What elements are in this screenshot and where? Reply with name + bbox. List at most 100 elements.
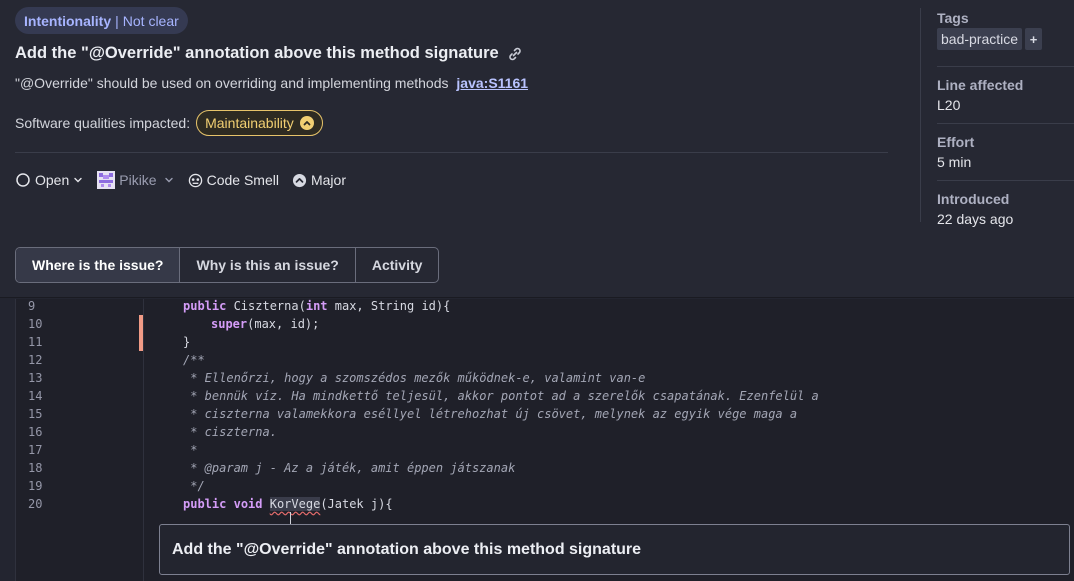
tooltip-connector [290,512,291,524]
issue-side-panel: Tags bad-practice + Line affected L20 Ef… [937,10,1074,238]
chip-separator: | [115,12,119,29]
code-line: 20 public void KorVege(Jatek j){ [16,495,1074,513]
issue-type-label: Code Smell [206,172,279,188]
code-text: public void KorVege(Jatek j){ [183,495,393,513]
issue-title: Add the "@Override" annotation above thi… [15,44,523,63]
issue-highlight[interactable]: KorVege [269,497,321,511]
line-number: 18 [28,461,43,475]
tag-chip[interactable]: bad-practice [937,28,1023,50]
code-keyword: int [305,299,328,313]
clean-code-attribute-chip: Intentionality | Not clear [15,7,188,34]
line-number: 16 [28,425,43,439]
software-qualities: Software qualities impacted: Maintainabi… [15,110,323,136]
code-comment: * ciszterna. [183,425,277,439]
code-token: (max, id); [247,317,320,331]
issue-tooltip: Add the "@Override" annotation above thi… [159,524,1070,575]
line-number: 19 [28,479,43,493]
issue-header: Intentionality | Not clear Add the "@Ove… [0,0,1074,298]
status-label: Open [35,172,70,188]
effort-value: 5 min [937,154,972,170]
code-line: 9 public Ciszterna(int max, String id){ [16,297,1074,315]
code-comment: * [183,443,198,457]
line-affected-block: Line affected L20 [937,67,1074,124]
introduced-block: Introduced 22 days ago [937,181,1074,238]
code-keyword: public [183,299,227,313]
code-keyword: void [233,497,263,511]
status-circle-icon [15,172,31,188]
qualities-label: Software qualities impacted: [15,115,191,131]
code-line: 12 /** [16,351,1074,369]
link-icon[interactable] [507,46,523,62]
code-comment: */ [183,479,205,493]
line-number: 17 [28,443,43,457]
chevron-down-icon [72,174,84,186]
issue-type: Code Smell [188,172,279,188]
maintainability-label: Maintainability [205,115,294,131]
severity-major-icon [292,173,307,188]
line-number: 20 [28,497,43,511]
code-comment: * ciszterna valamekkora eséllyel létreho… [183,407,798,421]
status-dropdown[interactable]: Open [15,172,84,188]
line-number: 12 [28,353,43,367]
code-line: 19 */ [16,477,1074,495]
header-divider [15,152,888,153]
code-comment: * @param j - Az a játék, amit éppen játs… [183,461,516,475]
introduced-label: Introduced [937,191,1010,207]
code-smell-icon [188,173,203,188]
issue-severity: Major [292,172,346,188]
line-affected-value: L20 [937,97,961,113]
assignee-dropdown[interactable]: Pikike [97,171,174,189]
description-text: "@Override" should be used on overriding… [15,75,449,91]
code-line: 16 * ciszterna. [16,423,1074,441]
maintainability-chip[interactable]: Maintainability [196,110,323,136]
tab-why-is-this-an-issue[interactable]: Why is this an issue? [180,248,356,282]
line-number: 11 [28,335,43,349]
chevron-down-icon [163,174,175,186]
issue-meta-row: Open Pikike Code Smell Major [15,170,359,190]
code-keyword: super [211,317,248,331]
effort-label: Effort [937,134,975,150]
line-number: 10 [28,317,43,331]
code-comment: * bennük víz. Ha mindkettő teljesül, akk… [183,389,819,403]
code-line: 17 * [16,441,1074,459]
clean-code-attribute: Intentionality [24,12,112,29]
code-line: 18 * @param j - Az a játék, amit éppen j… [16,459,1074,477]
code-line: 14 * bennük víz. Ha mindkettő teljesül, … [16,387,1074,405]
line-number: 9 [28,299,36,313]
code-line: 15 * ciszterna valamekkora eséllyel létr… [16,405,1074,423]
clean-code-category: Not clear [122,12,179,29]
code-comment: /** [183,353,205,367]
line-number: 15 [28,407,43,421]
code-line: 13 * Ellenőrzi, hogy a szomszédos mezők … [16,369,1074,387]
rule-link[interactable]: java:S1161 [456,75,528,91]
line-number: 14 [28,389,43,403]
code-text: } [183,335,191,349]
code-line: 11 } [16,333,1074,351]
effort-block: Effort 5 min [937,124,1074,181]
code-text: public Ciszterna(int max, String id){ [183,297,450,315]
tag-row: bad-practice + [937,28,1074,50]
line-affected-label: Line affected [937,77,1024,93]
assignee-name: Pikike [119,172,157,188]
tab-where-is-the-issue[interactable]: Where is the issue? [16,248,181,282]
tab-activity[interactable]: Activity [356,248,439,282]
code-keyword: public [183,497,227,511]
tags-label: Tags [937,10,969,26]
issue-title-text: Add the "@Override" annotation above thi… [15,44,499,62]
code-line: 10 super(max, id); [16,315,1074,333]
issue-tabs: Where is the issue? Why is this an issue… [15,247,440,283]
issue-description: "@Override" should be used on overriding… [15,75,528,91]
avatar-icon [97,171,116,189]
severity-label: Major [310,172,346,188]
code-text: super(max, id); [211,315,319,333]
line-number: 13 [28,371,43,385]
side-separator [920,8,921,222]
code-token: max, String id){ [327,299,451,313]
introduced-value: 22 days ago [937,211,1014,227]
code-token: (Jatek j){ [320,497,393,511]
code-token: Ciszterna( [226,299,306,313]
tags-block: Tags bad-practice + [937,10,1074,67]
code-comment: * Ellenőrzi, hogy a szomszédos mezők műk… [183,371,646,385]
add-tag-button[interactable]: + [1025,28,1043,50]
chevron-up-icon [299,116,314,130]
